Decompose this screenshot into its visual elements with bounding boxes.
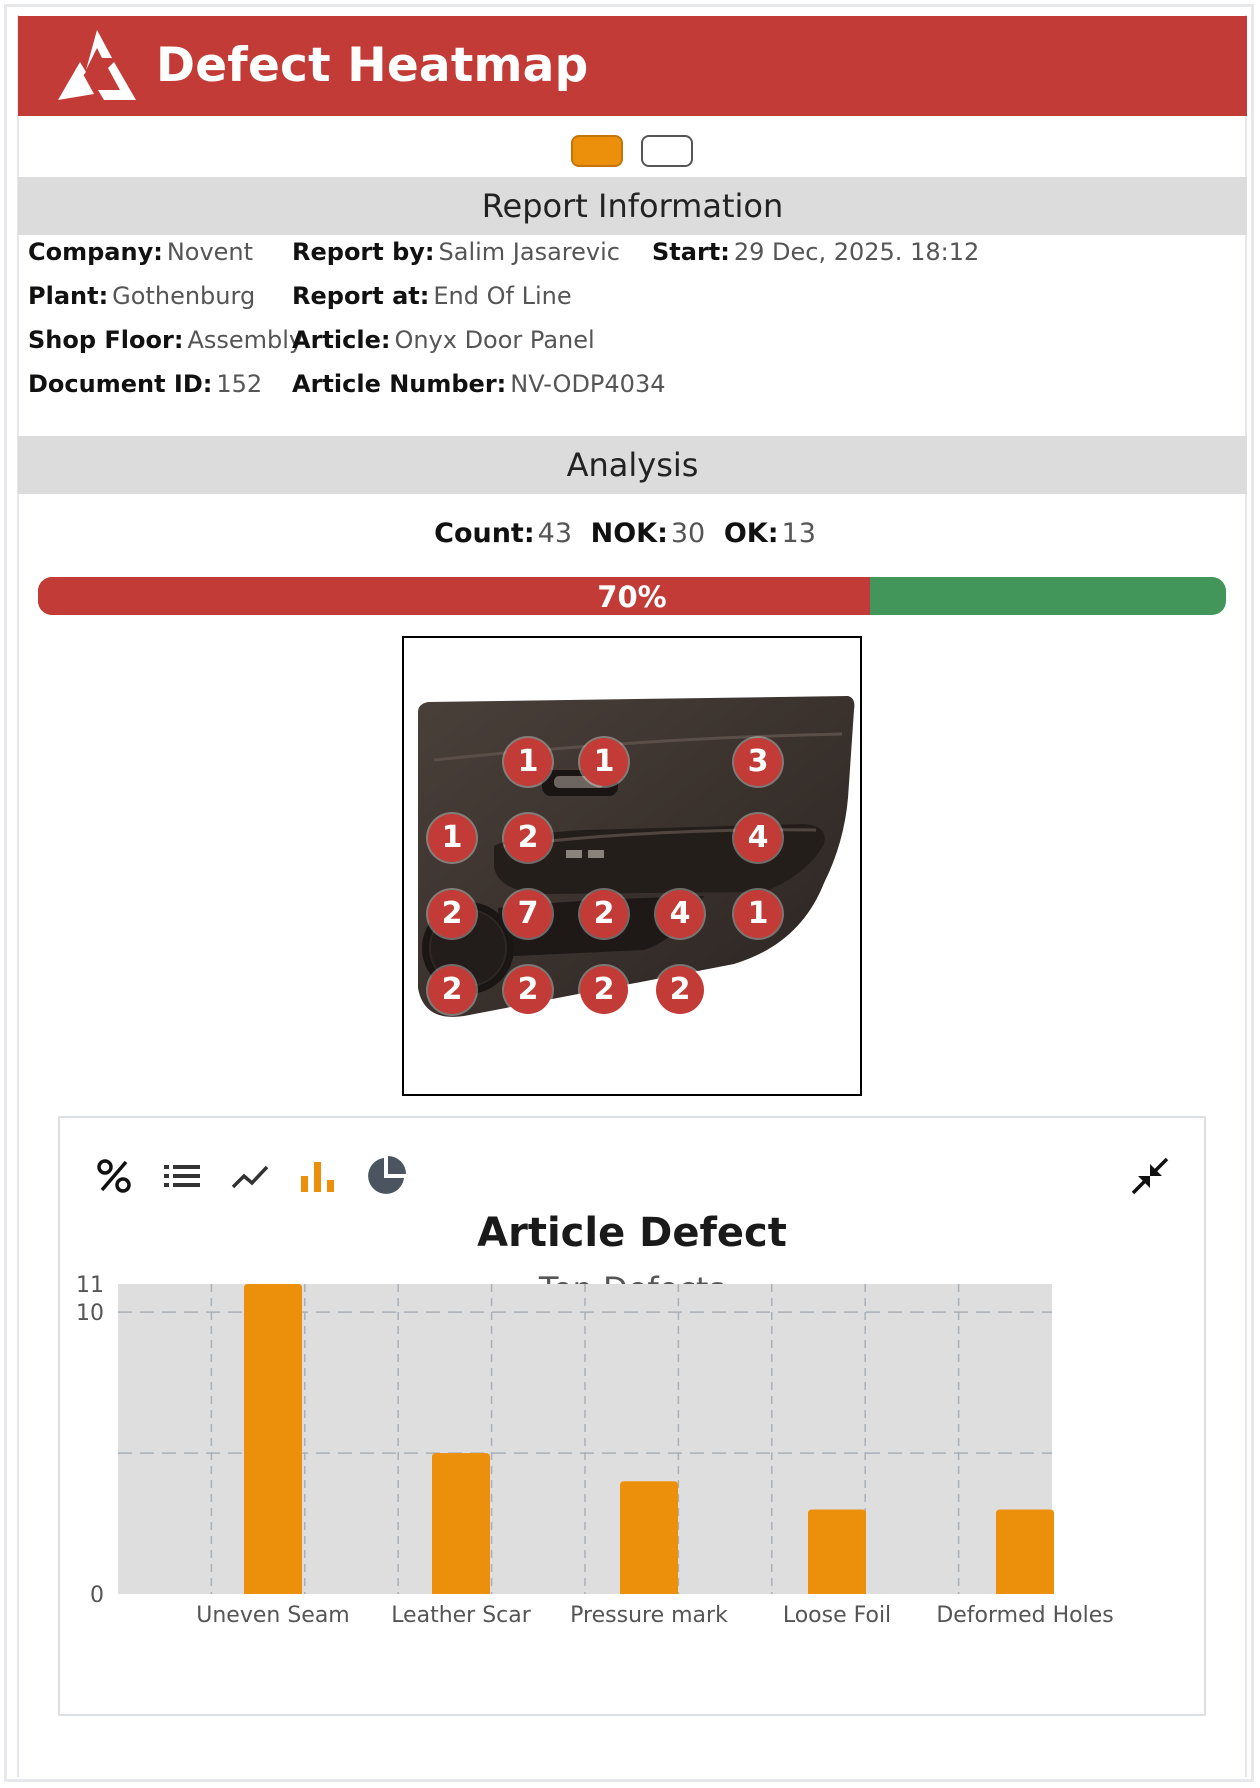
defect-marker[interactable]: 1 — [580, 738, 628, 786]
info-report-at: Report at: End Of Line — [292, 282, 572, 310]
ok-value: 13 — [781, 518, 816, 549]
page-dot-1[interactable] — [571, 135, 623, 167]
info-document-id: Document ID: 152 — [28, 370, 262, 398]
page-dot-2[interactable] — [641, 135, 693, 167]
report-info-grid: Company: Novent Plant: Gothenburg Shop Flo… — [28, 230, 1228, 410]
y-tick-label: 0 — [90, 1583, 104, 1608]
x-tick-label: Pressure mark — [570, 1603, 728, 1628]
x-tick-label: Loose Foil — [783, 1603, 891, 1628]
x-tick-label: Uneven Seam — [196, 1603, 349, 1628]
defect-marker[interactable]: 2 — [504, 814, 552, 862]
defect-marker[interactable]: 2 — [656, 966, 704, 1014]
report-info-heading: Report Information — [18, 177, 1247, 235]
info-label: Plant: — [28, 282, 109, 310]
info-report-by: Report by: Salim Jasarevic — [292, 238, 620, 266]
logo-icon — [58, 30, 136, 100]
bar-deformed-holes — [996, 1509, 1054, 1594]
heatmap-panel: 113124272412222 — [402, 636, 862, 1096]
bar-loose-foil — [808, 1509, 866, 1594]
defect-marker[interactable]: 2 — [428, 966, 476, 1014]
info-value: Gothenburg — [112, 282, 256, 310]
chart-card: Article Defect Top Defects 01011Uneven S… — [58, 1116, 1206, 1716]
defect-marker[interactable]: 1 — [504, 738, 552, 786]
defect-marker[interactable]: 4 — [656, 890, 704, 938]
info-article: Article: Onyx Door Panel — [292, 326, 595, 354]
defect-marker[interactable]: 1 — [428, 814, 476, 862]
info-label: Article: — [292, 326, 391, 354]
info-value: Onyx Door Panel — [394, 326, 595, 354]
app-header: Defect Heatmap — [18, 16, 1247, 116]
count-value: 43 — [537, 518, 572, 549]
defect-marker[interactable]: 4 — [734, 814, 782, 862]
info-value: Novent — [166, 238, 254, 266]
info-label: Report by: — [292, 238, 435, 266]
nok-progress-label: 70% — [597, 580, 667, 614]
nok-label: NOK: — [590, 518, 668, 549]
count-label: Count: — [434, 518, 535, 549]
door-panel-image — [418, 696, 855, 1017]
page-indicator — [0, 135, 1260, 167]
info-label: Report at: — [292, 282, 430, 310]
x-tick-label: Deformed Holes — [936, 1603, 1113, 1628]
info-value: 152 — [216, 370, 263, 398]
info-value: 29 Dec, 2025. 18:12 — [733, 238, 980, 266]
defect-marker[interactable]: 7 — [504, 890, 552, 938]
bar-leather-scar — [432, 1453, 490, 1594]
info-value: Salim Jasarevic — [438, 238, 620, 266]
info-value: Assembly — [187, 326, 304, 354]
y-tick-label: 11 — [76, 1273, 104, 1298]
bar-pressure-mark — [620, 1481, 678, 1594]
info-value: End Of Line — [433, 282, 572, 310]
y-tick-label: 10 — [76, 1301, 104, 1326]
defect-marker[interactable]: 2 — [428, 890, 476, 938]
defect-marker[interactable]: 2 — [580, 966, 628, 1014]
analysis-counts: Count: 43 NOK: 30 OK: 13 — [0, 518, 1260, 549]
info-company: Company: Novent — [28, 238, 253, 266]
info-value: NV-ODP4034 — [510, 370, 666, 398]
info-label: Start: — [652, 238, 730, 266]
info-label: Article Number: — [292, 370, 507, 398]
defect-marker[interactable]: 2 — [580, 890, 628, 938]
defect-marker[interactable]: 1 — [734, 890, 782, 938]
nok-progress-bar: 70% — [38, 577, 1226, 615]
info-plant: Plant: Gothenburg — [28, 282, 255, 310]
x-tick-label: Leather Scar — [391, 1603, 532, 1628]
info-start: Start: 29 Dec, 2025. 18:12 — [652, 238, 979, 266]
bar-uneven-seam — [244, 1284, 302, 1594]
analysis-heading: Analysis — [18, 436, 1247, 494]
info-label: Document ID: — [28, 370, 213, 398]
page-title: Defect Heatmap — [156, 38, 589, 93]
defect-marker[interactable]: 3 — [734, 738, 782, 786]
info-shop-floor: Shop Floor: Assembly — [28, 326, 303, 354]
nok-value: 30 — [670, 518, 706, 549]
ok-label: OK: — [723, 518, 779, 549]
bar-chart: 0 10 11 Uneven Seam Leather Scar Pressure mar… — [76, 1273, 1114, 1628]
info-label: Shop Floor: — [28, 326, 184, 354]
defect-marker[interactable]: 2 — [504, 966, 552, 1014]
info-article-number: Article Number: NV-ODP4034 — [292, 370, 665, 398]
info-label: Company: — [28, 238, 163, 266]
